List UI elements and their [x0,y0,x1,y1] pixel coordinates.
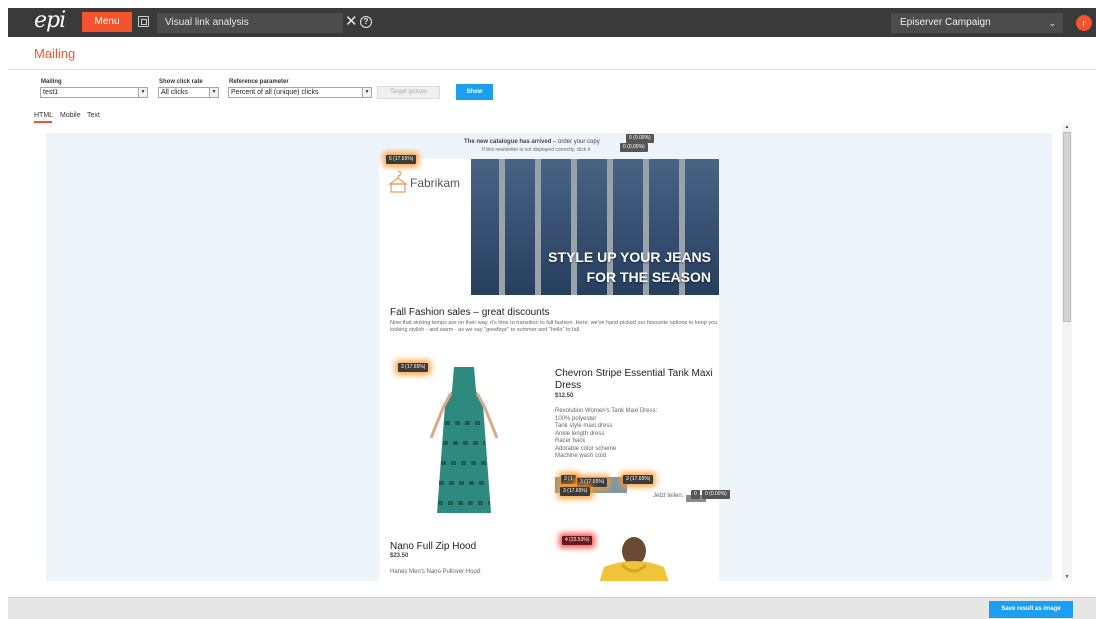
description-line: Revolution Women's Tank Maxi Dress: [555,408,658,414]
click-badge[interactable]: 5 (17.65%) [386,155,417,164]
client-select-label: Episerver Campaign [900,17,991,28]
click-rate-label: Show click rate [159,79,203,85]
save-result-as-image-button[interactable]: Save result as image [989,601,1073,618]
dress-image[interactable] [419,363,509,523]
reference-parameter-select[interactable]: Percent of all (unique) clicks ▼ [228,87,372,98]
preheader-browser-link[interactable]: If this newsletter is not displayed corr… [482,147,591,153]
scroll-thumb[interactable] [1063,132,1071,322]
click-badge[interactable]: 0 (0.00%) [620,143,648,152]
page-title: Mailing [34,46,76,61]
footer-bar: Save result as image [8,597,1096,619]
click-badge[interactable]: 0 (0.00%) [626,134,654,143]
click-badge[interactable]: 3 (1 [561,475,576,484]
reference-parameter-label: Reference parameter [229,79,289,85]
preheader-bold: The new catalogue has arrived [464,139,552,145]
mailing-select[interactable]: test1 ▼ [40,87,148,98]
description-line: Tank style maxi dress [555,423,613,429]
mailing-preview[interactable]: The new catalogue has arrived – order yo… [46,133,1052,581]
hero-headline-1: STYLE UP YOUR JEANS [548,249,711,265]
dropdown-arrow-icon: ▼ [362,88,371,97]
email-body: Fabrikam STYLE UP YOUR JEANS FOR THE SEA… [379,159,719,581]
mailing-label: Mailing [41,79,62,85]
click-badge[interactable]: 4 (23.53%) [562,536,593,545]
click-badge[interactable]: 0 [691,490,700,499]
hero-headline-2: FOR THE SEASON [586,269,711,285]
product-title-dress: Chevron Stripe Essential Tank Maxi Dress [555,368,713,391]
show-button[interactable]: Show [456,84,493,100]
chevron-down-icon: ⌄ [1048,18,1056,28]
sale-headline: Fall Fashion sales – great discounts [390,307,550,318]
help-icon[interactable]: ? [360,16,372,28]
share-label: Jetzt teilen: [653,493,684,499]
product-description-dress: Revolution Women's Tank Maxi Dress: 100%… [555,408,715,461]
click-badge[interactable]: 3 (17.65%) [623,475,654,484]
hero-image[interactable]: STYLE UP YOUR JEANS FOR THE SEASON [471,159,719,295]
sale-text: Now that sinking temps are on their way,… [390,320,718,333]
description-line: Ankle length dress [555,430,605,437]
menu-button[interactable]: Menu [82,12,132,32]
preheader-text[interactable]: The new catalogue has arrived – order yo… [464,139,600,145]
tab-visual-link-analysis[interactable]: Visual link analysis [157,13,343,33]
click-badge[interactable]: 3 (17.65%) [577,478,608,487]
product-price-hood: $23.50 [390,553,409,559]
top-bar: epi Menu Visual link analysis ✕ ? Episer… [8,8,1096,37]
product-title-hood: Nano Full Zip Hood [390,541,477,552]
tab-text[interactable]: Text [87,112,100,119]
hanger-icon [388,170,408,193]
tab-html[interactable]: HTML [34,112,53,119]
dropdown-arrow-icon: ▼ [138,88,147,97]
product-price-dress: $12.50 [555,393,574,399]
vertical-scrollbar[interactable]: ▲ ▼ [1062,123,1072,582]
description-line: Machine wash cold [555,453,607,459]
episerver-logo[interactable]: epi [34,9,66,33]
reference-parameter-value: Percent of all (unique) clicks [231,89,319,96]
client-select[interactable]: Episerver Campaign ⌄ [891,13,1063,33]
click-rate-select[interactable]: All clicks ▼ [158,87,219,98]
fabrikam-logo[interactable]: Fabrikam [388,169,468,195]
product-description-hood: Hanes Men's Nano Pullover Hood: [390,569,482,575]
click-badge[interactable]: 0 (0.00%) [702,490,730,499]
close-icon[interactable]: ✕ [345,12,358,32]
scroll-up-icon[interactable]: ▲ [1062,123,1072,132]
dropdown-arrow-icon: ▼ [209,88,218,97]
click-rate-select-value: All clicks [161,89,188,96]
app-switch-icon[interactable] [138,16,149,27]
avatar[interactable]: r [1076,15,1092,31]
tab-mobile[interactable]: Mobile [60,112,81,119]
preheader-rest: – order your copy [551,139,600,145]
click-badge[interactable]: 3 (17.65%) [398,363,429,372]
description-line: Adorable color scheme [555,445,617,452]
mailing-select-value: test1 [43,89,59,96]
description-line: 100% polyester [555,415,597,422]
divider [8,69,1096,70]
app-window: epi Menu Visual link analysis ✕ ? Episer… [0,0,1096,619]
brand-name: Fabrikam [410,176,461,190]
description-line: Racer back [555,438,586,444]
scroll-down-icon[interactable]: ▼ [1062,573,1072,582]
active-tab-indicator [34,121,52,123]
click-badge[interactable]: 3 (17.65%) [560,487,591,496]
target-groups-button[interactable]: Target groups [377,86,440,99]
